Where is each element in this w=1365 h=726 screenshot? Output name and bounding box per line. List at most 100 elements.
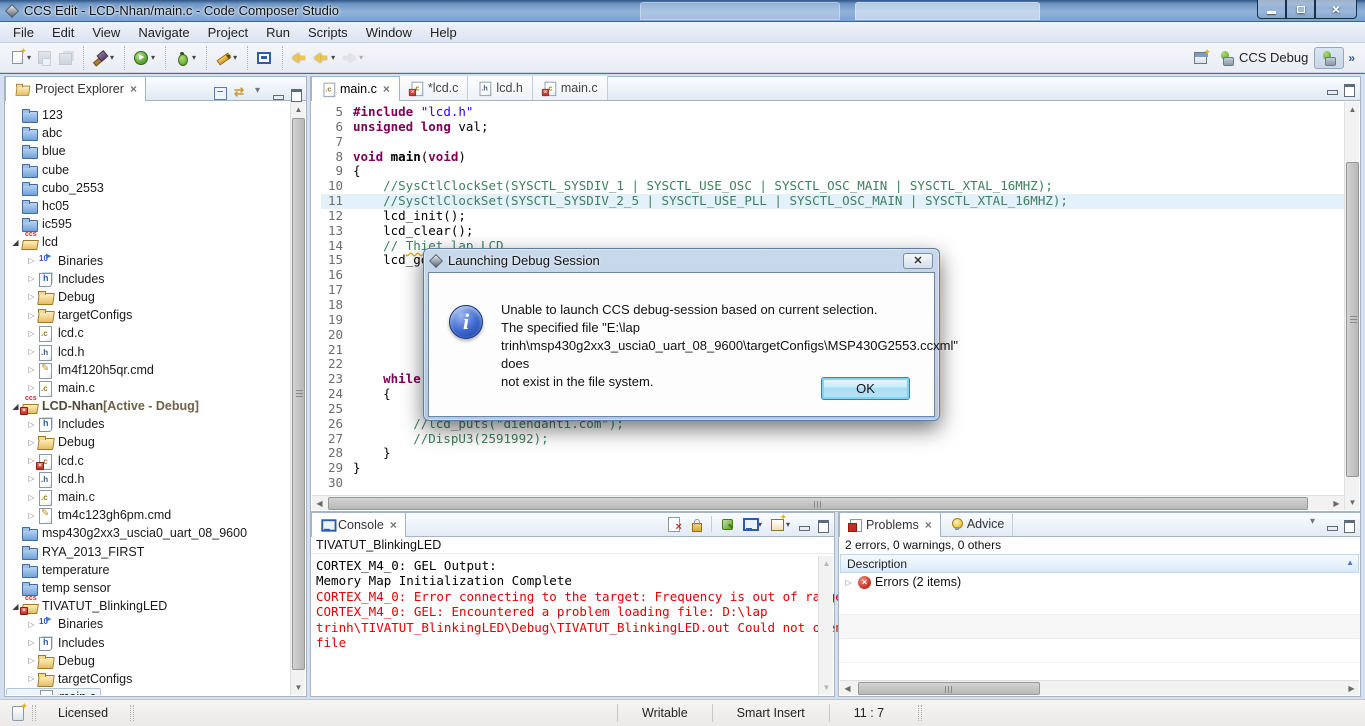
tree-item[interactable]: cubo_2553 (6, 179, 290, 197)
expander-icon[interactable]: ▷ (26, 674, 37, 683)
minimize-pane-icon[interactable] (272, 88, 283, 99)
expander-icon[interactable]: ▷ (26, 365, 37, 374)
expander-icon[interactable]: ▷ (26, 511, 37, 520)
link-with-editor-icon[interactable] (234, 87, 247, 100)
editor-tab-mainc[interactable]: main.c× (311, 76, 400, 101)
scroll-up-icon[interactable]: ▲ (1345, 102, 1360, 117)
tree-item[interactable]: msp430g2xx3_uscia0_uart_08_9600 (6, 524, 290, 542)
expander-icon[interactable]: ▷ (26, 474, 37, 483)
explorer-vscrollbar[interactable]: ▲ ▼ (290, 102, 305, 695)
collapse-all-icon[interactable] (214, 87, 227, 100)
open-console-button[interactable]: ▾ (770, 517, 790, 531)
back-button[interactable]: ▾ (310, 47, 338, 69)
expander-icon[interactable]: ▷ (26, 256, 37, 265)
tree-item[interactable]: ▷Debug (6, 288, 290, 306)
minimize-pane-icon[interactable] (798, 519, 809, 530)
ok-button[interactable]: OK (821, 377, 910, 400)
tree-item[interactable]: ▷Includes (6, 633, 290, 651)
debug-bug-button[interactable]: ▾ (171, 47, 199, 69)
tree-item[interactable]: abc (6, 124, 290, 142)
tree-item[interactable]: ◢×LCD-Nhan [Active - Debug] (6, 397, 290, 415)
description-column-header[interactable]: Description ▲ (840, 554, 1359, 573)
display-console-button[interactable]: ▾ (742, 517, 762, 531)
dialog-close-button[interactable]: ✕ (903, 253, 933, 269)
tab-project-explorer[interactable]: Project Explorer × (5, 76, 146, 101)
menu-scripts[interactable]: Scripts (299, 23, 357, 42)
menu-run[interactable]: Run (257, 23, 299, 42)
menu-file[interactable]: File (4, 23, 43, 42)
expander-icon[interactable]: ▷ (26, 656, 37, 665)
expander-icon[interactable]: ▷ (26, 638, 37, 647)
tree-item[interactable]: ▷×main.c (6, 688, 101, 695)
tree-item[interactable]: cube (6, 161, 290, 179)
dialog-title-bar[interactable]: Launching Debug Session ✕ (428, 249, 935, 272)
tree-item[interactable]: RYA_2013_FIRST (6, 543, 290, 561)
expander-icon[interactable]: ▷ (26, 493, 37, 502)
expander-icon[interactable]: ▷ (26, 329, 37, 338)
pin-console-icon[interactable] (720, 517, 734, 531)
expander-icon[interactable]: ▷ (26, 292, 37, 301)
expander-icon[interactable]: ▷ (26, 383, 37, 392)
close-tab-icon[interactable]: × (925, 518, 932, 532)
tree-item[interactable]: 123 (6, 106, 290, 124)
menu-navigate[interactable]: Navigate (129, 23, 198, 42)
ccs-edit-perspective-button[interactable] (1314, 47, 1344, 69)
expander-icon[interactable]: ▷ (27, 693, 38, 695)
close-tab-icon[interactable]: × (130, 82, 137, 96)
menu-help[interactable]: Help (421, 23, 466, 42)
tree-item[interactable]: ▷Binaries (6, 615, 290, 633)
minimize-pane-icon[interactable] (1326, 519, 1337, 530)
tree-item[interactable]: ▷main.c (6, 488, 290, 506)
tree-item[interactable]: temperature (6, 561, 290, 579)
open-console-view-button[interactable] (253, 47, 275, 69)
expander-icon[interactable]: ▷ (26, 620, 37, 629)
menu-window[interactable]: Window (357, 23, 421, 42)
workspace-status-icon[interactable] (12, 706, 24, 721)
expander-icon[interactable]: ▷ (26, 347, 37, 356)
new-button[interactable]: ▾ (7, 47, 34, 69)
editor-vscrollbar[interactable]: ▲ ▼ (1344, 102, 1359, 510)
flash-button[interactable]: ▾ (212, 47, 240, 69)
expander-icon[interactable]: ▷ (26, 420, 37, 429)
expander-icon[interactable]: ▷ (26, 311, 37, 320)
view-menu-icon[interactable] (254, 88, 265, 99)
clear-console-icon[interactable] (667, 517, 681, 531)
menu-view[interactable]: View (83, 23, 129, 42)
close-tab-icon[interactable]: × (390, 518, 397, 532)
tree-item[interactable]: ▷lm4f120h5qr.cmd (6, 361, 290, 379)
editor-hscrollbar[interactable]: ◀ ▶ (312, 495, 1344, 510)
close-tab-icon[interactable]: × (383, 82, 390, 96)
maximize-pane-icon[interactable] (1343, 519, 1354, 530)
scroll-left-icon[interactable]: ◀ (312, 496, 327, 511)
tree-item[interactable]: temp sensor (6, 579, 290, 597)
scroll-down-icon[interactable]: ▼ (1345, 495, 1360, 510)
problems-hscrollbar[interactable]: ◀ ▶ (840, 680, 1359, 695)
expander-icon[interactable]: ▷ (26, 274, 37, 283)
expander-icon[interactable]: ◢ (10, 238, 21, 247)
tree-item[interactable]: ◢lcd (6, 233, 290, 251)
tab-console[interactable]: Console × (311, 512, 406, 537)
maximize-pane-icon[interactable] (1343, 83, 1354, 94)
menu-project[interactable]: Project (199, 23, 257, 42)
open-perspective-button[interactable] (1188, 50, 1213, 66)
expander-icon[interactable]: ▷ (843, 578, 854, 587)
tree-item[interactable]: ▷Includes (6, 415, 290, 433)
errors-group-row[interactable]: ▷ × Errors (2 items) (839, 573, 1360, 591)
perspective-overflow-chevron[interactable]: » (1348, 51, 1355, 65)
tree-item[interactable]: ▷tm4c123gh6pm.cmd (6, 506, 290, 524)
scroll-right-icon[interactable]: ▶ (1344, 681, 1359, 696)
maximize-pane-icon[interactable] (817, 519, 828, 530)
scroll-left-icon[interactable]: ◀ (840, 681, 855, 696)
tree-item[interactable]: ▷Debug (6, 433, 290, 451)
scroll-right-icon[interactable]: ▶ (1329, 496, 1344, 511)
tree-item[interactable]: ▷Debug (6, 652, 290, 670)
tree-item[interactable]: ▷lcd.c (6, 324, 290, 342)
menu-edit[interactable]: Edit (43, 23, 83, 42)
ccs-debug-perspective-button[interactable]: CCS Debug (1213, 48, 1314, 68)
tree-item[interactable]: ▷lcd.h (6, 470, 290, 488)
forward-button[interactable]: ▾ (338, 47, 366, 69)
restore-button[interactable] (1286, 0, 1315, 19)
debug-launch-button[interactable]: ▾ (130, 47, 158, 69)
save-button[interactable] (34, 47, 55, 69)
expander-icon[interactable]: ▷ (26, 438, 37, 447)
